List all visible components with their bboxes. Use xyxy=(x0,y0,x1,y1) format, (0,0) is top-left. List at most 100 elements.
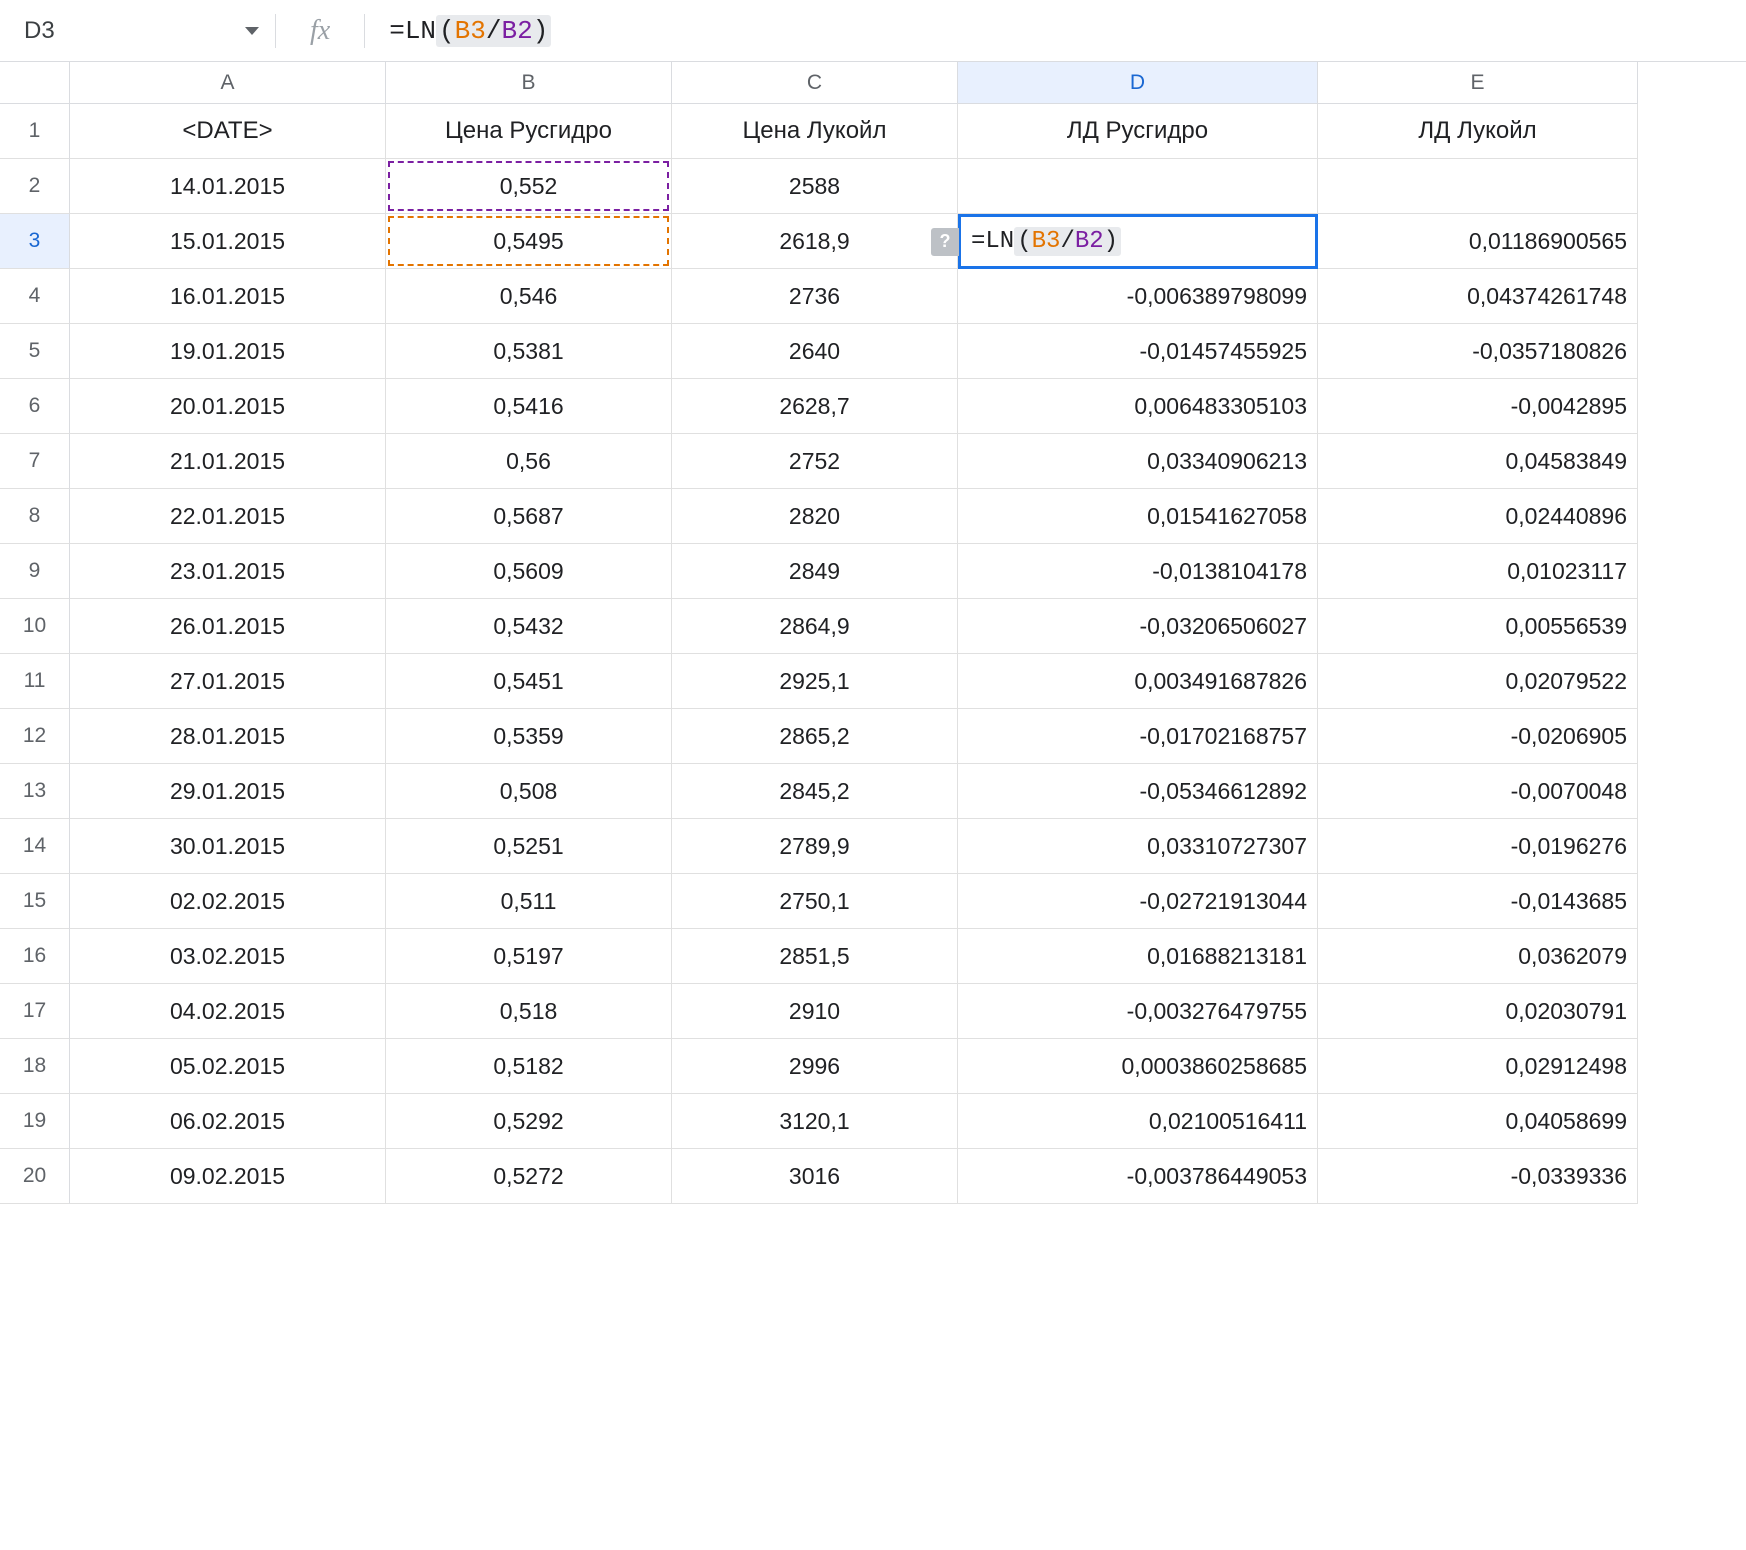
spreadsheet-grid[interactable]: A B C D E 1 <DATE> Цена Русгидро Цена Лу… xyxy=(0,62,1746,1204)
col-header[interactable]: E xyxy=(1318,62,1638,104)
cell[interactable]: 0,5197 xyxy=(386,929,672,984)
cell[interactable]: 2750,1 xyxy=(672,874,958,929)
cell[interactable]: 26.01.2015 xyxy=(70,599,386,654)
cell[interactable]: -0,0196276 xyxy=(1318,819,1638,874)
row-header[interactable]: 9 xyxy=(0,544,70,599)
cell[interactable]: 28.01.2015 xyxy=(70,709,386,764)
cell[interactable]: 0,5687 xyxy=(386,489,672,544)
cell[interactable]: 2640 xyxy=(672,324,958,379)
col-header[interactable]: A xyxy=(70,62,386,104)
row-header[interactable]: 18 xyxy=(0,1039,70,1094)
cell[interactable]: 0,5495 xyxy=(386,214,672,269)
cell[interactable]: -0,0206905 xyxy=(1318,709,1638,764)
cell[interactable]: 23.01.2015 xyxy=(70,544,386,599)
cell[interactable]: 2864,9 xyxy=(672,599,958,654)
row-header[interactable]: 20 xyxy=(0,1149,70,1204)
cell[interactable]: 0,5182 xyxy=(386,1039,672,1094)
row-header[interactable]: 16 xyxy=(0,929,70,984)
cell[interactable]: 2752 xyxy=(672,434,958,489)
cell[interactable]: ЛД Лукойл xyxy=(1318,104,1638,159)
row-header[interactable]: 2 xyxy=(0,159,70,214)
cell[interactable]: 20.01.2015 xyxy=(70,379,386,434)
cell[interactable]: 0,5292 xyxy=(386,1094,672,1149)
cell[interactable]: 06.02.2015 xyxy=(70,1094,386,1149)
cell[interactable]: ЛД Русгидро xyxy=(958,104,1318,159)
cell[interactable]: 04.02.2015 xyxy=(70,984,386,1039)
cell[interactable] xyxy=(958,159,1318,214)
cell[interactable]: 0,02912498 xyxy=(1318,1039,1638,1094)
cell[interactable]: 2588 xyxy=(672,159,958,214)
cell[interactable]: <DATE> xyxy=(70,104,386,159)
cell[interactable]: 0,02440896 xyxy=(1318,489,1638,544)
col-header[interactable]: B xyxy=(386,62,672,104)
cell[interactable]: 2618,9 xyxy=(672,214,958,269)
cell[interactable]: 2925,1 xyxy=(672,654,958,709)
active-edit-cell[interactable]: ?=LN(B3/B2) xyxy=(958,214,1318,269)
cell[interactable]: -0,0357180826 xyxy=(1318,324,1638,379)
row-header[interactable]: 13 xyxy=(0,764,70,819)
cell[interactable]: 0,0362079 xyxy=(1318,929,1638,984)
cell[interactable]: 0,518 xyxy=(386,984,672,1039)
row-header[interactable]: 8 xyxy=(0,489,70,544)
cell[interactable]: 0,5272 xyxy=(386,1149,672,1204)
cell[interactable]: 0,02100516411 xyxy=(958,1094,1318,1149)
cell[interactable]: 0,006483305103 xyxy=(958,379,1318,434)
cell[interactable]: 09.02.2015 xyxy=(70,1149,386,1204)
cell[interactable]: Цена Лукойл xyxy=(672,104,958,159)
cell[interactable]: -0,01457455925 xyxy=(958,324,1318,379)
cell[interactable]: 0,00556539 xyxy=(1318,599,1638,654)
row-header[interactable]: 15 xyxy=(0,874,70,929)
cell-editor[interactable]: =LN(B3/B2) xyxy=(961,217,1131,266)
cell[interactable]: 27.01.2015 xyxy=(70,654,386,709)
row-header[interactable]: 10 xyxy=(0,599,70,654)
cell[interactable]: 0,5359 xyxy=(386,709,672,764)
cell[interactable]: 2910 xyxy=(672,984,958,1039)
select-all-corner[interactable] xyxy=(0,62,70,104)
cell[interactable]: 21.01.2015 xyxy=(70,434,386,489)
cell[interactable]: 14.01.2015 xyxy=(70,159,386,214)
formula-input[interactable]: =LN(B3/B2) xyxy=(365,15,551,47)
cell[interactable]: 0,508 xyxy=(386,764,672,819)
row-header[interactable]: 4 xyxy=(0,269,70,324)
row-header[interactable]: 19 xyxy=(0,1094,70,1149)
cell[interactable]: 0,01688213181 xyxy=(958,929,1318,984)
cell[interactable]: -0,0143685 xyxy=(1318,874,1638,929)
cell[interactable]: 22.01.2015 xyxy=(70,489,386,544)
row-header[interactable]: 12 xyxy=(0,709,70,764)
cell[interactable]: 0,5251 xyxy=(386,819,672,874)
cell[interactable]: 0,03310727307 xyxy=(958,819,1318,874)
cell[interactable]: 0,552 xyxy=(386,159,672,214)
cell[interactable]: 2820 xyxy=(672,489,958,544)
cell[interactable]: 0,5416 xyxy=(386,379,672,434)
cell[interactable]: 0,003491687826 xyxy=(958,654,1318,709)
cell[interactable]: 3120,1 xyxy=(672,1094,958,1149)
cell[interactable]: 0,511 xyxy=(386,874,672,929)
cell[interactable]: 2736 xyxy=(672,269,958,324)
row-header[interactable]: 17 xyxy=(0,984,70,1039)
cell[interactable]: 0,5451 xyxy=(386,654,672,709)
name-box[interactable]: D3 xyxy=(0,0,275,61)
cell[interactable]: -0,03206506027 xyxy=(958,599,1318,654)
cell[interactable]: 15.01.2015 xyxy=(70,214,386,269)
cell[interactable]: 03.02.2015 xyxy=(70,929,386,984)
cell[interactable]: 2996 xyxy=(672,1039,958,1094)
cell[interactable]: Цена Русгидро xyxy=(386,104,672,159)
cell[interactable]: 0,5609 xyxy=(386,544,672,599)
cell[interactable]: -0,003276479755 xyxy=(958,984,1318,1039)
cell[interactable]: 0,56 xyxy=(386,434,672,489)
cell[interactable]: 0,546 xyxy=(386,269,672,324)
cell[interactable]: 0,0003860258685 xyxy=(958,1039,1318,1094)
chevron-down-icon[interactable] xyxy=(245,27,259,35)
cell[interactable]: 0,01023117 xyxy=(1318,544,1638,599)
cell[interactable]: 0,04374261748 xyxy=(1318,269,1638,324)
cell[interactable]: -0,05346612892 xyxy=(958,764,1318,819)
cell[interactable]: 29.01.2015 xyxy=(70,764,386,819)
row-header[interactable]: 6 xyxy=(0,379,70,434)
cell[interactable]: 2845,2 xyxy=(672,764,958,819)
cell[interactable]: -0,01702168757 xyxy=(958,709,1318,764)
cell[interactable]: 0,01541627058 xyxy=(958,489,1318,544)
cell[interactable]: -0,0339336 xyxy=(1318,1149,1638,1204)
cell[interactable]: -0,006389798099 xyxy=(958,269,1318,324)
cell[interactable] xyxy=(1318,159,1638,214)
row-header[interactable]: 1 xyxy=(0,104,70,159)
